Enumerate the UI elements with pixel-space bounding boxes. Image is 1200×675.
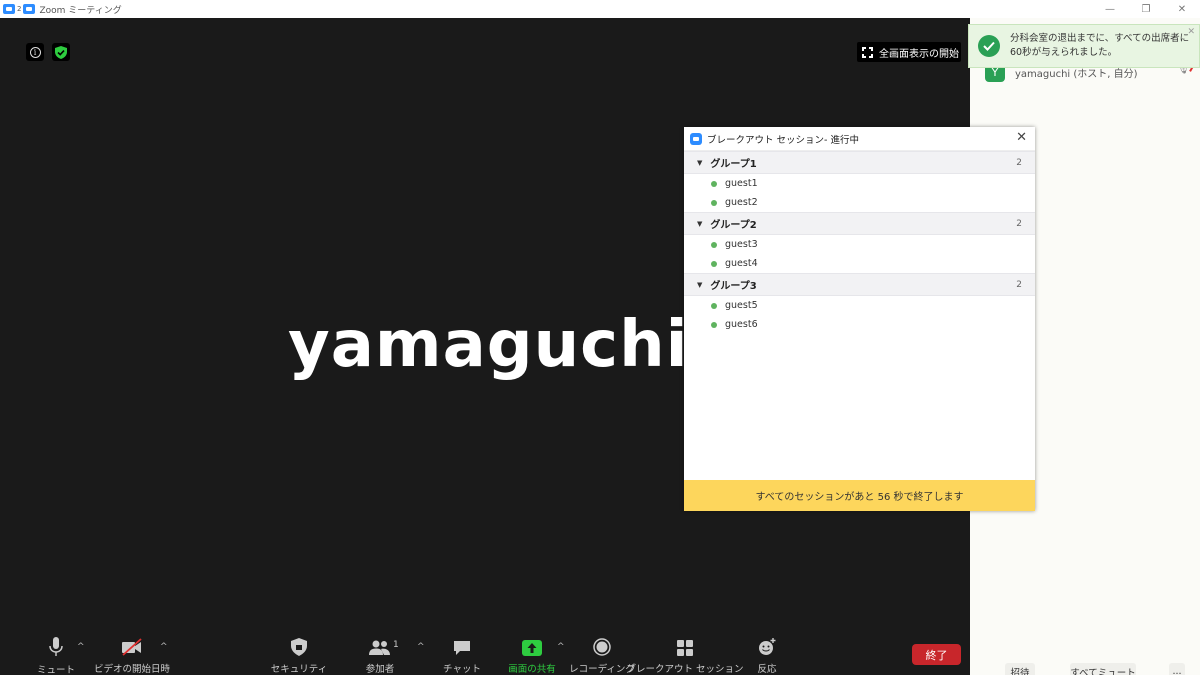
- breakout-sessions-dialog: ブレークアウト セッション- 進行中 ✕ ▼ グループ1 2 guest1 gu…: [684, 127, 1035, 511]
- breakout-sessions-label: ブレークアウト セッション: [626, 664, 744, 675]
- status-dot-icon: [711, 321, 717, 328]
- more-options-button[interactable]: ...: [1169, 663, 1185, 675]
- audio-options-chevron-icon[interactable]: ^: [77, 642, 85, 652]
- video-options-chevron-icon[interactable]: ^: [160, 642, 168, 652]
- participants-count: 1: [393, 640, 399, 650]
- collapse-arrow-icon: ▼: [697, 219, 703, 228]
- meeting-toolbar: ミュート ^ ビデオの開始日時 ^ セキュリティ 参加者 1 ^ チャット 画面…: [0, 633, 970, 675]
- end-meeting-button[interactable]: 終了: [912, 644, 961, 665]
- status-dot-icon: [711, 180, 717, 187]
- participants-options-chevron-icon[interactable]: ^: [417, 642, 425, 652]
- participants-label: 参加者: [365, 664, 395, 675]
- security-button[interactable]: セキュリティ: [270, 633, 328, 675]
- reaction-smiley-icon: [758, 637, 776, 656]
- group-header-2[interactable]: ▼ グループ2 2: [684, 212, 1035, 235]
- group-count: 2: [1016, 157, 1022, 168]
- active-speaker-name: yamaguchi: [288, 308, 689, 382]
- collapse-arrow-icon: ▼: [697, 158, 703, 167]
- dialog-title: ブレークアウト セッション- 進行中: [707, 134, 859, 146]
- chat-button[interactable]: チャット: [443, 633, 481, 675]
- recording-button[interactable]: レコーディング: [569, 633, 635, 675]
- member-name: guest5: [725, 300, 758, 311]
- dialog-close-icon[interactable]: ✕: [1016, 130, 1027, 145]
- status-dot-icon: [711, 241, 717, 248]
- security-label: セキュリティ: [270, 664, 328, 675]
- share-screen-button[interactable]: 画面の共有: [505, 633, 559, 675]
- window-controls: — ❐ ✕: [1092, 0, 1200, 18]
- share-screen-icon: [522, 637, 542, 656]
- dialog-header: ブレークアウト セッション- 進行中 ✕: [684, 127, 1035, 151]
- security-shield-icon: [291, 637, 307, 656]
- member-name: guest3: [725, 239, 758, 250]
- mute-all-button[interactable]: すべてミュート: [1070, 663, 1136, 675]
- group-header-1[interactable]: ▼ グループ1 2: [684, 151, 1035, 174]
- title-bar: 2 Zoom ミーティング — ❐ ✕: [0, 0, 1200, 18]
- group-name: グループ3: [710, 281, 757, 292]
- list-item: guest2: [684, 193, 1035, 212]
- reactions-label: 反応: [757, 664, 777, 675]
- start-video-button[interactable]: ビデオの開始日時: [94, 633, 170, 675]
- window-badge-count: 2: [17, 5, 22, 13]
- record-icon: [593, 637, 611, 656]
- status-dot-icon: [711, 302, 717, 309]
- video-off-icon: [121, 637, 143, 656]
- recording-label: レコーディング: [569, 664, 635, 675]
- list-item: guest6: [684, 315, 1035, 334]
- member-name: guest2: [725, 197, 758, 208]
- breakout-group: ▼ グループ3 2 guest5 guest6: [684, 273, 1035, 334]
- group-header-3[interactable]: ▼ グループ3 2: [684, 273, 1035, 296]
- toast-close-icon[interactable]: ✕: [1187, 27, 1195, 37]
- encryption-shield-icon[interactable]: [52, 43, 70, 61]
- breakout-sessions-button[interactable]: ブレークアウト セッション: [626, 633, 744, 675]
- reactions-button[interactable]: 反応: [750, 633, 784, 675]
- zoom-app-icon: [23, 4, 36, 14]
- microphone-icon: [49, 637, 63, 657]
- countdown-banner: すべてのセッションがあと 56 秒で終了します: [684, 480, 1035, 511]
- chat-bubble-icon: [453, 637, 471, 656]
- toast-message: 分科会室の退出までに、すべての出席者に60秒が与えられました。: [1010, 33, 1190, 58]
- list-item: guest1: [684, 174, 1035, 193]
- window-title: Zoom ミーティング: [39, 5, 122, 16]
- mute-button[interactable]: ミュート: [37, 633, 76, 675]
- group-name: グループ2: [710, 220, 757, 231]
- start-video-label: ビデオの開始日時: [94, 664, 171, 675]
- zoom-logo-icon: [690, 132, 702, 145]
- list-item: guest5: [684, 296, 1035, 315]
- zoom-logo-icon: [3, 4, 15, 14]
- list-item: guest3: [684, 235, 1035, 254]
- status-dot-icon: [711, 260, 717, 267]
- member-name: guest1: [725, 178, 758, 189]
- member-name: guest4: [725, 258, 758, 269]
- mute-label: ミュート: [37, 665, 76, 675]
- restore-icon[interactable]: ❐: [1128, 0, 1164, 18]
- group-name: グループ1: [710, 159, 757, 170]
- meeting-info-icon[interactable]: i: [26, 43, 44, 61]
- group-count: 2: [1016, 279, 1022, 290]
- close-window-icon[interactable]: ✕: [1164, 0, 1200, 18]
- group-count: 2: [1016, 218, 1022, 229]
- invite-button[interactable]: 招待: [1005, 663, 1035, 675]
- share-options-chevron-icon[interactable]: ^: [557, 642, 565, 652]
- member-name: guest6: [725, 319, 758, 330]
- list-item: guest4: [684, 254, 1035, 273]
- collapse-arrow-icon: ▼: [697, 280, 703, 289]
- breakout-grid-icon: [677, 637, 693, 656]
- chat-label: チャット: [443, 664, 481, 675]
- minimize-icon[interactable]: —: [1092, 0, 1128, 18]
- status-dot-icon: [711, 199, 717, 206]
- fullscreen-label: 全画面表示の開始: [879, 48, 959, 60]
- breakout-group: ▼ グループ2 2 guest3 guest4: [684, 212, 1035, 273]
- participants-icon: [369, 637, 391, 656]
- fullscreen-icon: [861, 45, 874, 59]
- fullscreen-button[interactable]: 全画面表示の開始: [857, 42, 961, 62]
- share-screen-label: 画面の共有: [508, 664, 556, 675]
- breakout-group: ▼ グループ1 2 guest1 guest2: [684, 151, 1035, 212]
- check-circle-icon: [978, 35, 1000, 57]
- notification-toast: 分科会室の退出までに、すべての出席者に60秒が与えられました。 ✕: [968, 24, 1200, 68]
